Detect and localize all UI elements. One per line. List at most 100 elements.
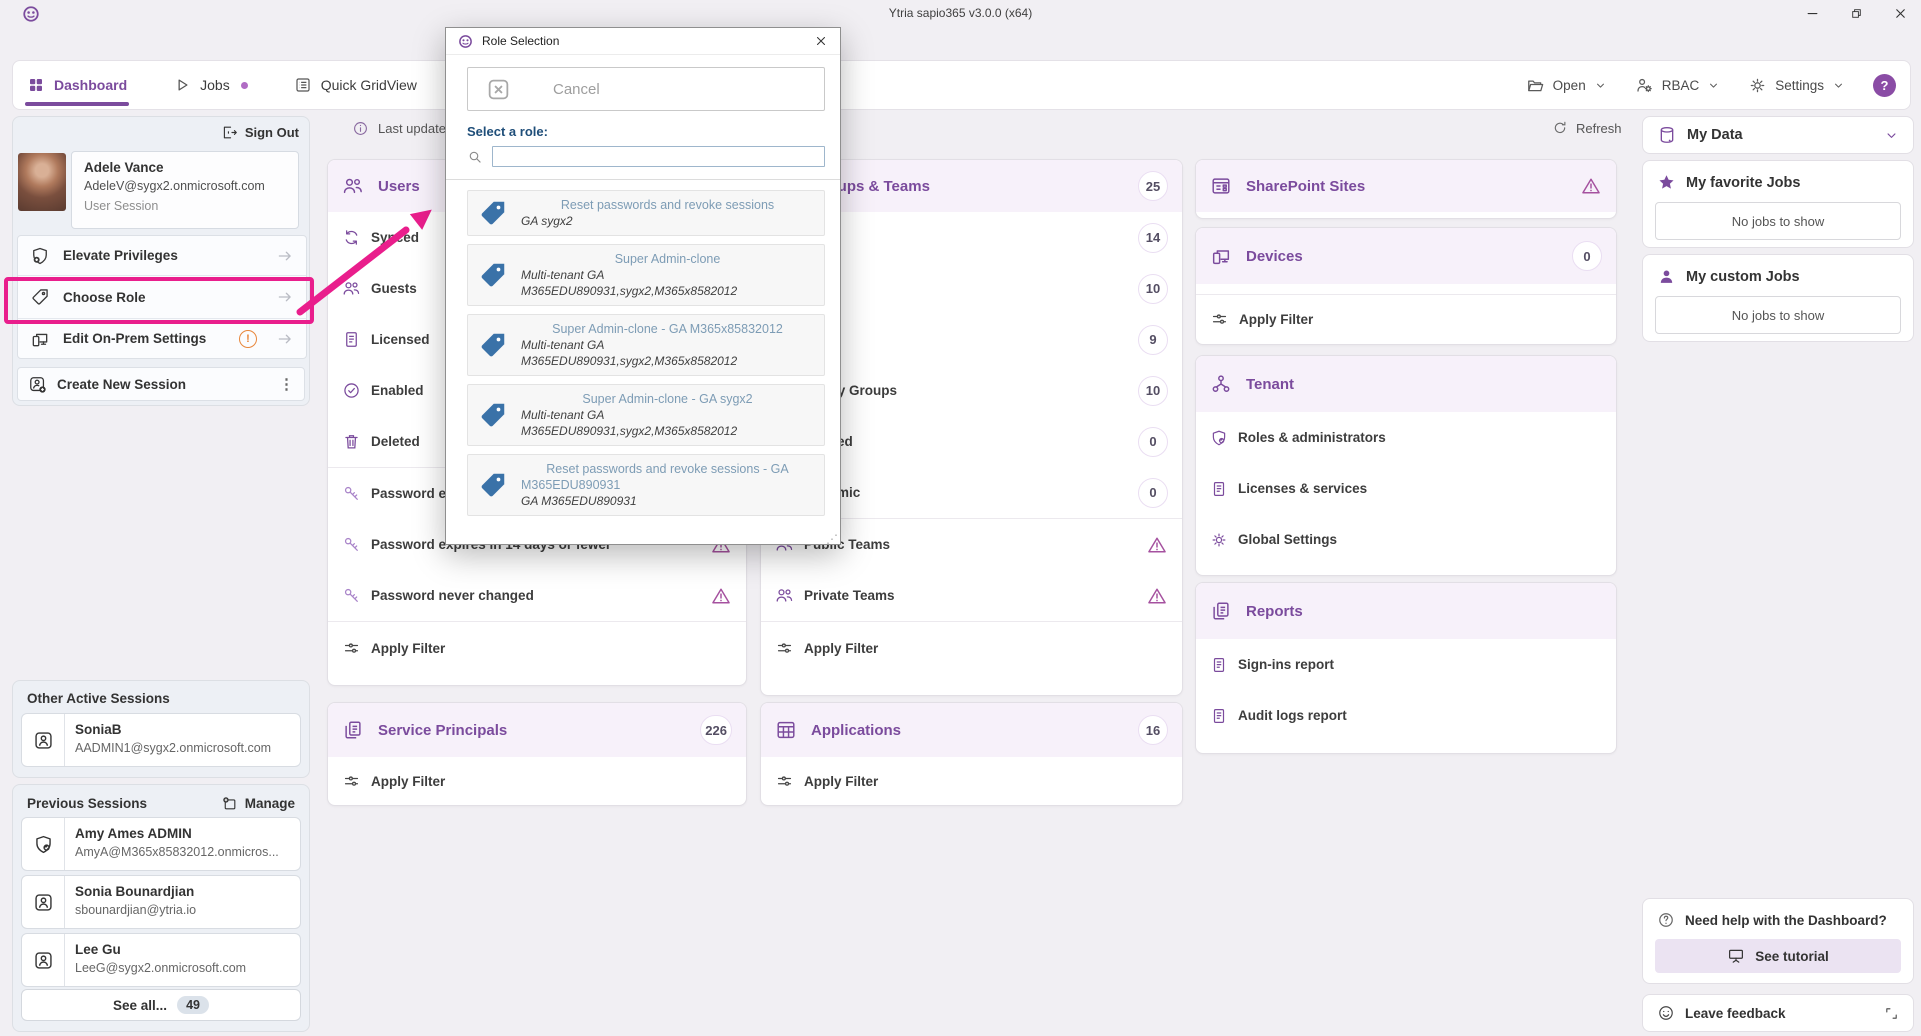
users-row-password-never-changed[interactable]: Password never changed xyxy=(328,570,746,621)
role-item-reset-passwords[interactable]: Reset passwords and revoke sessions GA s… xyxy=(467,190,825,236)
dialog-close-button[interactable] xyxy=(814,34,828,48)
chevron-down-icon xyxy=(1707,79,1720,92)
settings-button[interactable]: Settings xyxy=(1748,76,1845,95)
role-item-super-admin-clone[interactable]: Super Admin-clone Multi-tenant GA M365ED… xyxy=(467,244,825,306)
see-tutorial-button[interactable]: See tutorial xyxy=(1655,939,1901,973)
window-title: Ytria sapio365 v3.0.0 (x64) xyxy=(0,6,1921,20)
previous-sessions-title: Previous Sessions xyxy=(13,786,147,811)
row-label: Licensed xyxy=(371,332,430,347)
tab-dashboard-label: Dashboard xyxy=(54,77,127,93)
key-icon xyxy=(342,586,361,605)
minimize-button[interactable] xyxy=(1805,7,1819,21)
more-options-icon[interactable]: ⋮ xyxy=(279,375,294,393)
select-role-label: Select a role: xyxy=(467,124,825,139)
reports-header[interactable]: Reports xyxy=(1196,583,1616,639)
menu-item-choose-role[interactable]: Choose Role xyxy=(18,275,306,318)
manage-sessions-button[interactable]: Manage xyxy=(221,785,309,812)
role-item-reset-passwords-ga[interactable]: Reset passwords and revoke sessions - GA… xyxy=(467,454,825,516)
menu-item-edit-onprem-settings[interactable]: Edit On-Prem Settings ! xyxy=(18,318,306,358)
applications-header[interactable]: Applications 16 xyxy=(761,703,1182,757)
my-data-card[interactable]: My Data xyxy=(1642,116,1914,154)
service-principals-icon xyxy=(342,719,364,741)
tenant-row-global-settings[interactable]: Global Settings xyxy=(1196,514,1616,565)
shield-check-icon xyxy=(1210,429,1228,447)
leave-feedback-card[interactable]: Leave feedback xyxy=(1642,994,1914,1032)
shield-check-icon xyxy=(33,834,54,855)
refresh-button[interactable]: Refresh xyxy=(1552,120,1622,136)
applications-icon xyxy=(775,719,797,741)
service-principals-header[interactable]: Service Principals 226 xyxy=(328,703,746,757)
role-search-input[interactable] xyxy=(492,146,825,167)
need-help-label: Need help with the Dashboard? xyxy=(1685,913,1887,928)
rbac-button[interactable]: RBAC xyxy=(1635,76,1721,95)
dashboard-icon xyxy=(27,76,45,94)
role-title: Reset passwords and revoke sessions xyxy=(521,198,814,212)
close-window-button[interactable] xyxy=(1893,7,1907,21)
devices-icon xyxy=(1210,245,1232,267)
role-tag-icon xyxy=(478,400,508,430)
devices-apply-filter-button[interactable]: Apply Filter xyxy=(1196,295,1616,344)
session-name: Amy Ames ADMIN xyxy=(75,826,279,841)
chevron-down-icon[interactable] xyxy=(1884,128,1899,143)
see-tutorial-label: See tutorial xyxy=(1755,949,1829,964)
row-label: Roles & administrators xyxy=(1238,430,1386,445)
sync-icon xyxy=(342,228,361,247)
resize-grip[interactable]: ⋰ xyxy=(826,534,838,544)
devices-card: Devices 0 Apply Filter xyxy=(1195,227,1617,345)
menu-item-elevate-privileges[interactable]: Elevate Privileges xyxy=(18,236,306,275)
service-principals-card: Service Principals 226 Apply Filter xyxy=(327,702,747,806)
create-new-session-button[interactable]: Create New Session ⋮ xyxy=(17,367,305,401)
session-item-leegu[interactable]: Lee Gu LeeG@sygx2.onmicrosoft.com xyxy=(21,933,301,987)
help-button[interactable]: ? xyxy=(1873,74,1896,97)
tenant-row-roles-administrators[interactable]: Roles & administrators xyxy=(1196,412,1616,463)
tab-jobs[interactable]: Jobs xyxy=(173,61,248,109)
apply-filter-label: Apply Filter xyxy=(804,641,878,656)
restore-button[interactable] xyxy=(1849,7,1863,21)
role-item-super-admin-clone-m365[interactable]: Super Admin-clone - GA M365x85832012 Mul… xyxy=(467,314,825,376)
reports-row-audit-logs[interactable]: Audit logs report xyxy=(1196,690,1616,741)
tenant-icon xyxy=(1210,373,1232,395)
tenant-row-licenses-services[interactable]: Licenses & services xyxy=(1196,463,1616,514)
my-favorite-jobs-card: My favorite Jobs No jobs to show xyxy=(1642,160,1914,248)
reports-card: Reports Sign-ins report Audit logs repor… xyxy=(1195,582,1617,754)
arrow-right-icon xyxy=(276,288,294,306)
role-subtitle: M365EDU890931,sygx2,M365x8582012 xyxy=(521,354,814,368)
session-item-amy[interactable]: Amy Ames ADMIN AmyA@M365x85832012.onmicr… xyxy=(21,817,301,871)
filter-icon xyxy=(342,772,361,791)
favorite-jobs-empty-state: No jobs to show xyxy=(1655,202,1901,240)
devices-header[interactable]: Devices 0 xyxy=(1196,228,1616,284)
tab-dashboard[interactable]: Dashboard xyxy=(27,61,127,109)
session-item-sonia[interactable]: Sonia Bounardjian sbounardjian@ytria.io xyxy=(21,875,301,929)
users-apply-filter-button[interactable]: Apply Filter xyxy=(328,622,746,674)
row-label: Password never changed xyxy=(371,588,534,603)
sharepoint-sites-header[interactable]: SharePoint Sites xyxy=(1196,160,1616,212)
role-subtitle: Multi-tenant GA xyxy=(521,408,814,422)
doc-icon xyxy=(1210,707,1228,725)
groups-apply-filter-button[interactable]: Apply Filter xyxy=(761,622,1182,674)
licensed-icon xyxy=(342,330,361,349)
see-all-sessions-button[interactable]: See all... 49 xyxy=(21,989,301,1021)
sign-out-icon xyxy=(221,124,238,141)
filter-icon xyxy=(1210,310,1229,329)
row-label: Private Teams xyxy=(804,588,895,603)
expand-icon[interactable] xyxy=(1884,1006,1899,1021)
applications-count-badge: 16 xyxy=(1138,715,1168,745)
sign-out-button[interactable]: Sign Out xyxy=(221,124,299,141)
role-tag-icon xyxy=(478,198,508,228)
service-principals-apply-filter-button[interactable]: Apply Filter xyxy=(328,757,746,805)
users-title: Users xyxy=(378,178,420,195)
open-button[interactable]: Open xyxy=(1526,76,1607,95)
session-item-soniab[interactable]: SoniaB AADMIN1@sygx2.onmicrosoft.com xyxy=(21,713,301,767)
person-badge-icon xyxy=(33,892,54,913)
tab-quick-gridview[interactable]: Quick GridView xyxy=(294,61,417,109)
quick-gridview-icon xyxy=(294,76,312,94)
tenant-header[interactable]: Tenant xyxy=(1196,356,1616,412)
last-updated: Last updated: xyxy=(352,120,457,137)
cancel-button[interactable]: Cancel xyxy=(467,67,825,111)
applications-apply-filter-button[interactable]: Apply Filter xyxy=(761,757,1182,805)
sign-out-label: Sign Out xyxy=(245,125,299,140)
role-item-super-admin-clone-sygx2[interactable]: Super Admin-clone - GA sygx2 Multi-tenan… xyxy=(467,384,825,446)
reports-row-signins[interactable]: Sign-ins report xyxy=(1196,639,1616,690)
groups-row-private-teams[interactable]: Private Teams xyxy=(761,570,1182,621)
guests-icon xyxy=(342,279,361,298)
